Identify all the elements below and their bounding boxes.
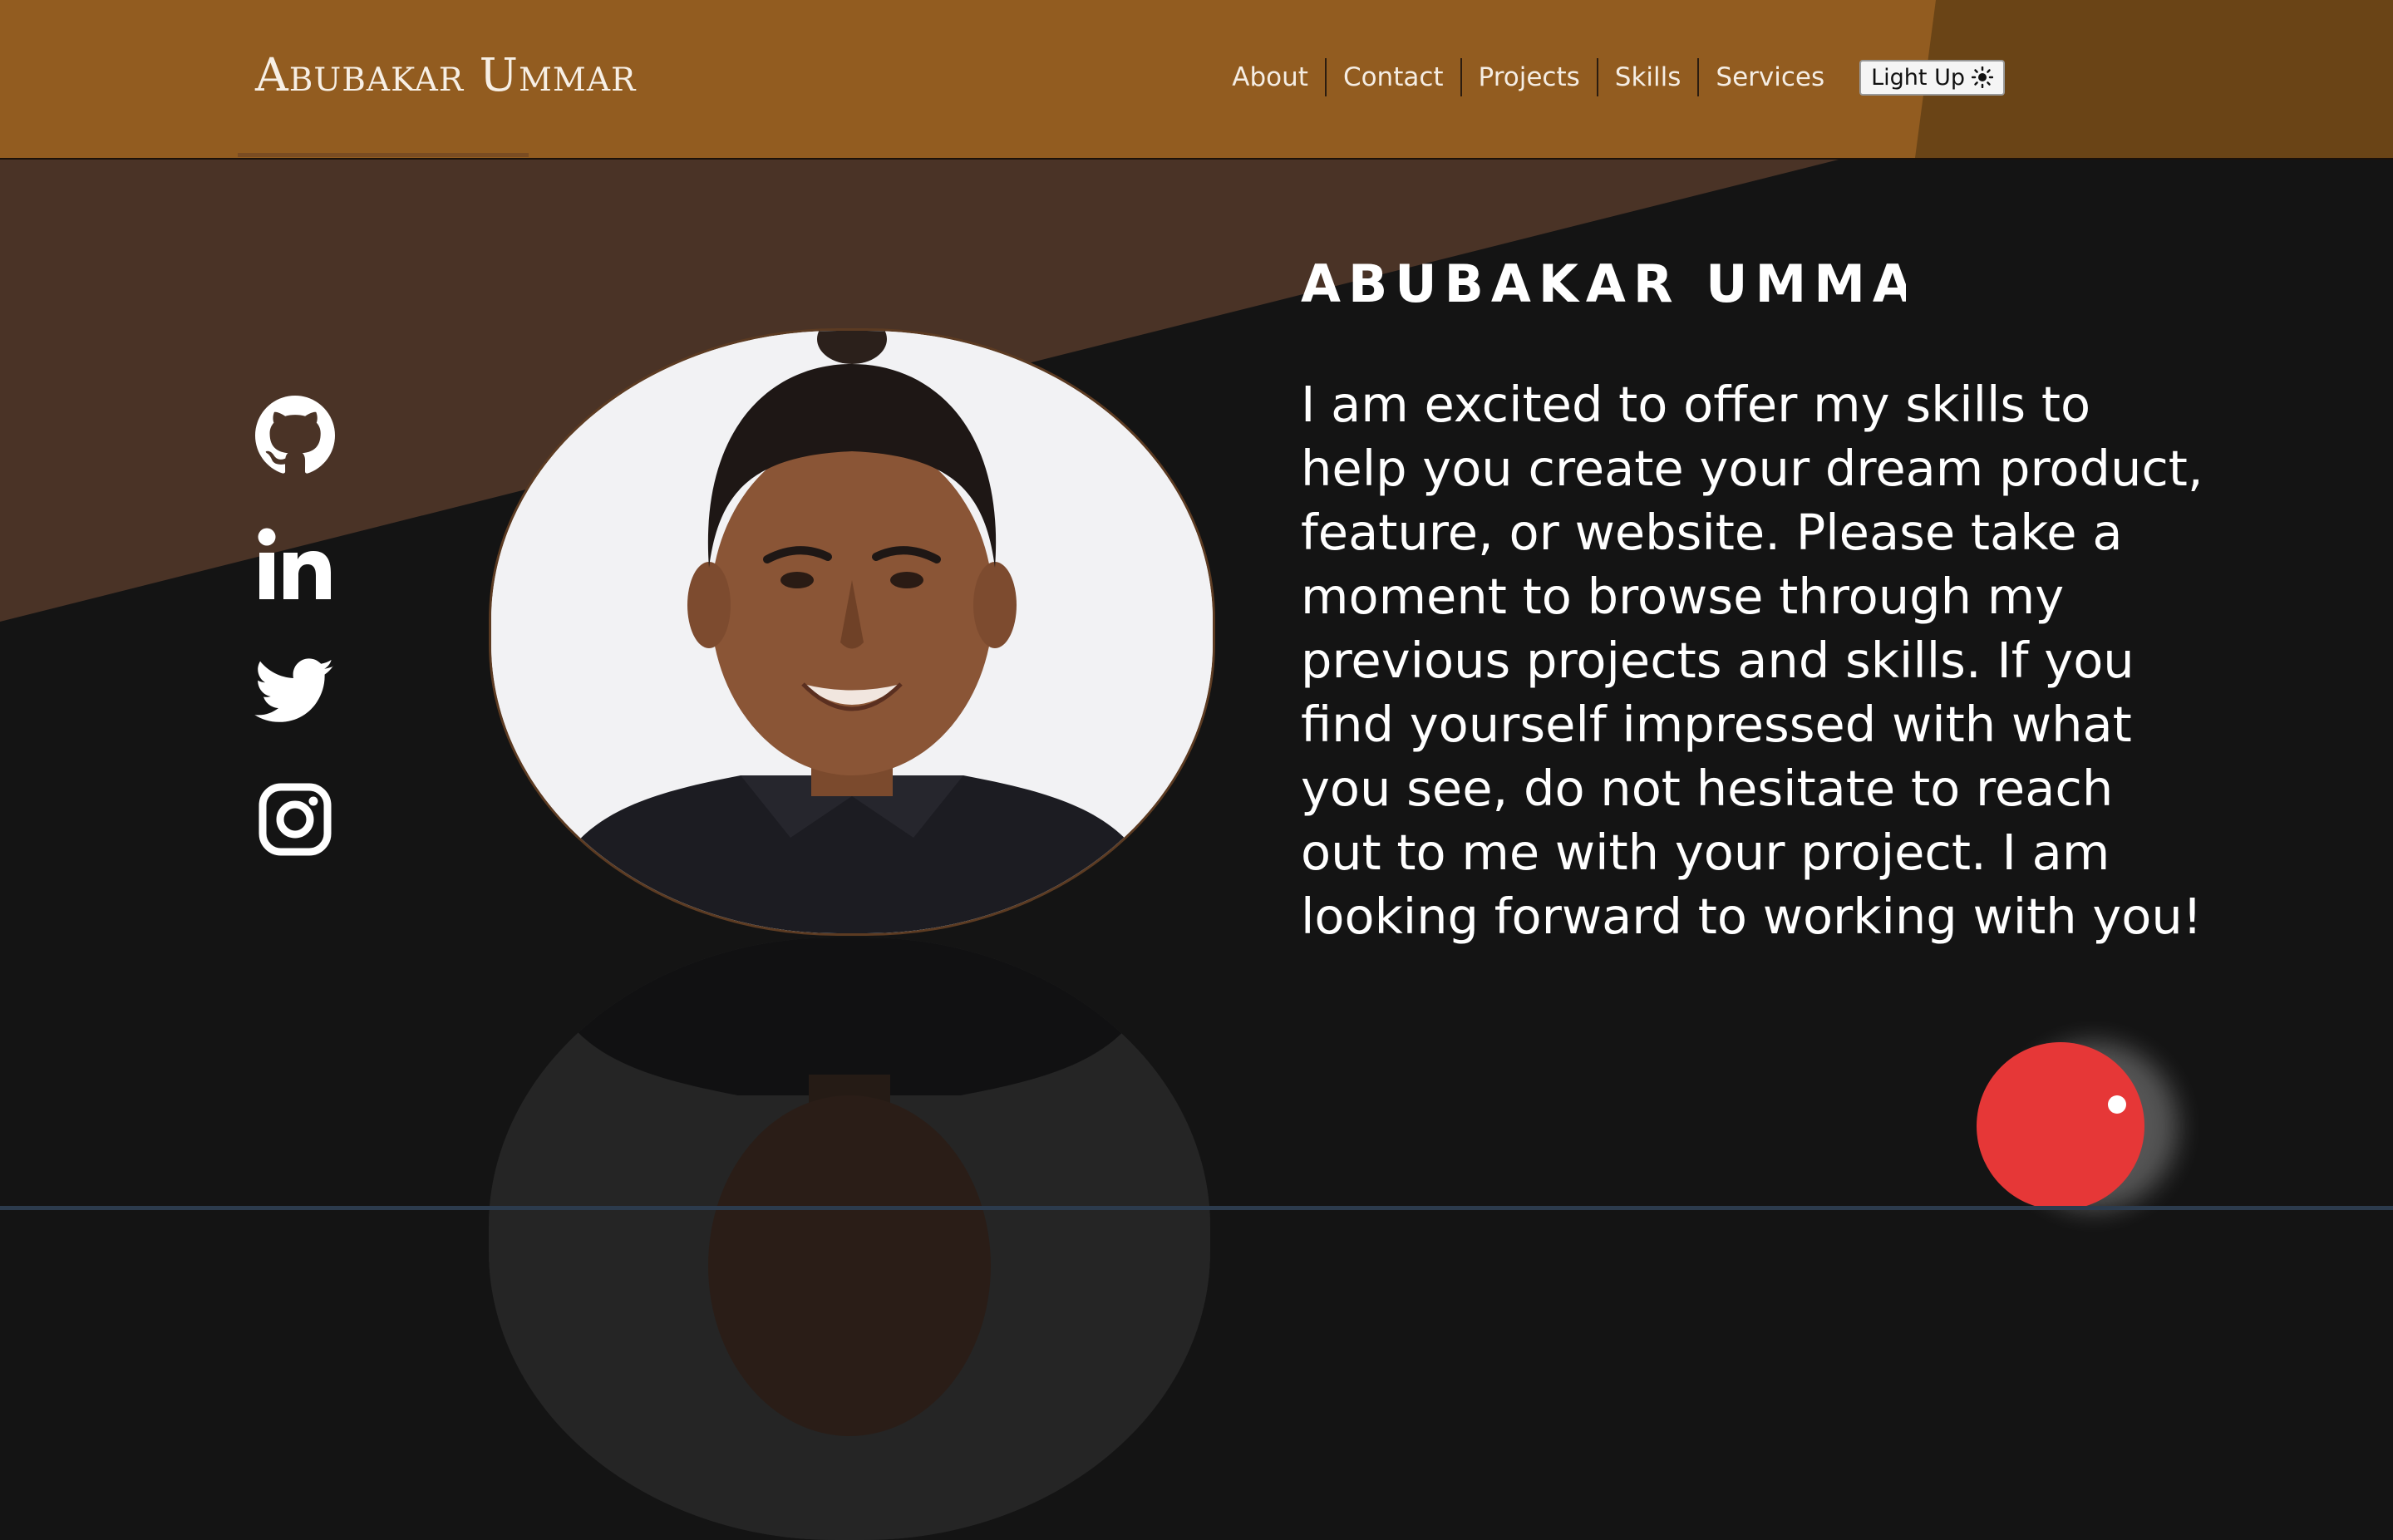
twitter-icon [254, 658, 334, 722]
profile-photo [489, 328, 1215, 936]
twitter-link[interactable] [254, 648, 337, 735]
logo-underline [238, 153, 529, 157]
instagram-link[interactable] [254, 776, 337, 863]
nav-contact[interactable]: Contact [1327, 59, 1460, 96]
nav-skills[interactable]: Skills [1598, 59, 1698, 96]
instagram-icon [259, 783, 332, 856]
profile-photo-art [491, 331, 1213, 933]
floating-ball-highlight [2108, 1095, 2126, 1114]
profile-photo-reflection-art [489, 937, 1210, 1540]
linkedin-link[interactable] [254, 520, 337, 607]
site-header: Abubakar Ummar About Contact Projects Sk… [0, 0, 2393, 160]
hero-name: ABUBAKAR UMMAR [1301, 253, 1906, 314]
social-links [254, 392, 337, 863]
github-icon [255, 396, 335, 474]
linkedin-icon [258, 528, 331, 599]
main-nav: About Contact Projects Skills Services L… [1215, 58, 2005, 96]
nav-services[interactable]: Services [1699, 59, 1841, 96]
floating-ball[interactable] [1977, 1042, 2144, 1210]
site-logo[interactable]: Abubakar Ummar [255, 48, 636, 101]
hero-intro-text: I am excited to offer my skills to help … [1301, 376, 2203, 945]
window-bottom-edge [0, 1206, 2393, 1210]
nav-about[interactable]: About [1215, 59, 1325, 96]
nav-projects[interactable]: Projects [1462, 59, 1597, 96]
profile-photo-reflection [489, 937, 1210, 1540]
github-link[interactable] [254, 392, 337, 479]
sun-icon [1972, 66, 1993, 88]
theme-toggle-label: Light Up [1871, 64, 1965, 91]
theme-toggle-button[interactable]: Light Up [1859, 59, 2005, 96]
